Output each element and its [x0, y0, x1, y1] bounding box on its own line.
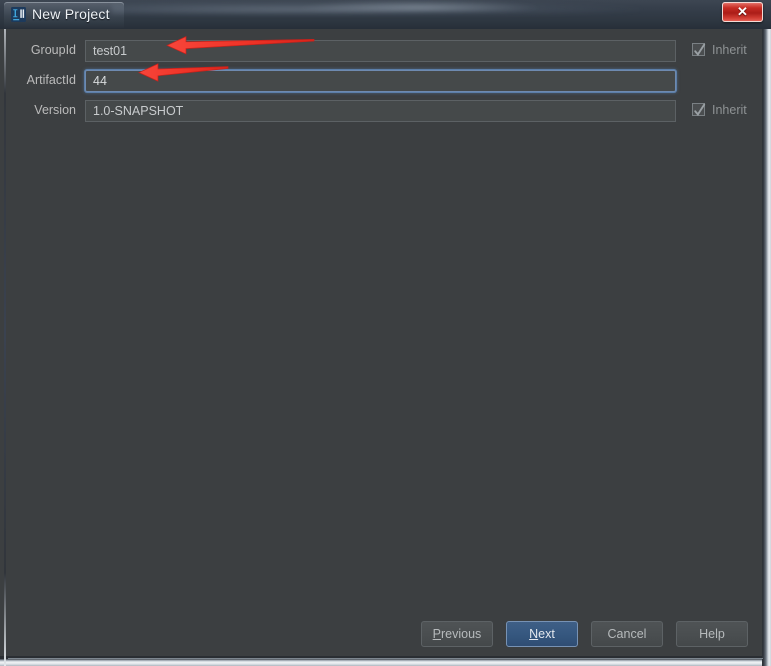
artifactid-label: ArtifactId	[26, 73, 76, 87]
checkbox-label: Inherit	[712, 43, 747, 57]
version-label: Version	[34, 103, 76, 117]
window-title: New Project	[32, 6, 110, 22]
version-input[interactable]: 1.0-SNAPSHOT	[85, 100, 676, 122]
intellij-idea-icon	[11, 7, 26, 22]
help-button-label: Help	[699, 627, 725, 641]
groupid-input[interactable]: test01	[85, 40, 676, 62]
titlebar: New Project ✕	[0, 0, 771, 29]
cancel-button[interactable]: Cancel	[591, 621, 663, 647]
form-row-groupid: GroupId test01 Inherit	[9, 40, 754, 64]
window-frame-right	[762, 0, 771, 666]
groupid-value: test01	[93, 44, 128, 58]
next-button-label: Next	[529, 627, 555, 641]
previous-button[interactable]: Previous	[421, 621, 493, 647]
groupid-label: GroupId	[30, 43, 76, 57]
dialog-content: GroupId test01 Inherit ArtifactId 44 Ver…	[9, 29, 762, 657]
form-row-version: Version 1.0-SNAPSHOT Inherit	[9, 100, 754, 124]
artifactid-input[interactable]: 44	[85, 70, 676, 92]
artifactid-value: 44	[93, 74, 107, 88]
form-row-artifactid: ArtifactId 44	[9, 70, 754, 94]
cancel-button-label: Cancel	[607, 627, 647, 641]
close-button[interactable]: ✕	[722, 2, 763, 22]
checkbox-box	[692, 103, 706, 116]
close-icon: ✕	[737, 4, 748, 19]
window-frame-left-inner	[4, 0, 6, 666]
new-project-dialog-window: New Project ✕ GroupId test01 Inherit Art…	[0, 0, 771, 666]
version-value: 1.0-SNAPSHOT	[93, 104, 184, 118]
titlebar-glare	[112, 1, 642, 15]
titlebar-glare-secondary	[300, 0, 540, 11]
previous-button-label: Previous	[432, 627, 482, 641]
checkbox-label: Inherit	[712, 103, 747, 117]
next-button[interactable]: Next	[506, 621, 578, 647]
checkbox-box	[692, 43, 706, 56]
help-button[interactable]: Help	[676, 621, 748, 647]
window-frame-bottom-line	[8, 658, 763, 659]
